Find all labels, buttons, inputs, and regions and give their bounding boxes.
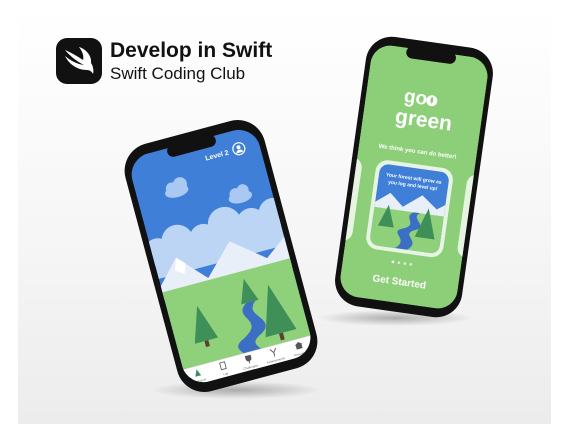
right-phone: go green We think you can do better! You… — [335, 36, 493, 318]
right-phone-screen: go green We think you can do better! You… — [337, 43, 491, 311]
left-phone: My Forest Log Challenges Achievements Re… — [124, 120, 318, 392]
onboarding-card: Your forest will grow as you log and lev… — [366, 160, 453, 258]
phones-scene: My Forest Log Challenges Achievements Re… — [124, 36, 493, 399]
